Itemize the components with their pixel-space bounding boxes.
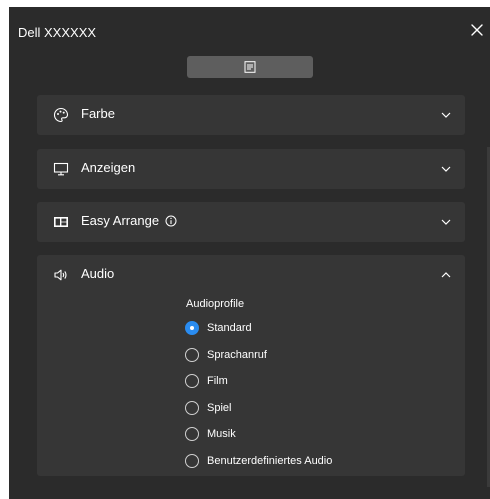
panel-label-farbe: Farbe — [81, 106, 115, 121]
radio-button-selected[interactable] — [185, 321, 199, 335]
radio-musik[interactable]: Musik — [185, 425, 236, 443]
radio-label-film: Film — [207, 375, 228, 387]
panel-label-anzeigen: Anzeigen — [81, 160, 135, 175]
menu-button[interactable] — [187, 56, 313, 78]
panel-label-audio: Audio — [81, 266, 114, 281]
radio-button[interactable] — [185, 348, 199, 362]
panel-title-anzeigen: Anzeigen — [81, 160, 136, 175]
radio-sprachanruf[interactable]: Sprachanruf — [185, 346, 267, 364]
title-bar: Dell XXXXXX — [9, 7, 490, 53]
panel-header-farbe[interactable]: Farbe — [37, 95, 465, 135]
panel-title-audio: Audio — [81, 266, 115, 281]
panel-header-anzeigen[interactable]: Anzeigen — [37, 149, 465, 189]
panel-header-audio[interactable]: Audio — [37, 255, 465, 295]
chevron-up-icon — [441, 272, 451, 278]
radio-label-standard: Standard — [207, 322, 252, 334]
layout-icon — [50, 211, 72, 233]
radio-benutzerdefiniertes-audio[interactable]: Benutzerdefiniertes Audio — [185, 452, 332, 470]
panel-title-easy-arrange: Easy Arrange — [81, 213, 160, 228]
radio-spiel[interactable]: Spiel — [185, 399, 231, 417]
radio-film[interactable]: Film — [185, 372, 228, 390]
document-list-icon — [244, 61, 256, 73]
radio-button[interactable] — [185, 374, 199, 388]
panel-easy-arrange: Easy Arrange — [37, 202, 465, 242]
color-palette-icon — [50, 104, 72, 126]
window-title: Dell XXXXXX — [18, 25, 97, 40]
radio-standard[interactable]: Standard — [185, 319, 252, 337]
radio-label-spiel: Spiel — [207, 402, 232, 414]
radio-label-sprachanruf: Sprachanruf — [207, 349, 267, 361]
close-button[interactable] — [466, 19, 488, 41]
monitor-icon — [50, 158, 72, 180]
speaker-icon — [50, 264, 72, 286]
panel-anzeigen: Anzeigen — [37, 149, 465, 189]
audio-profiles-heading: Audioprofile — [186, 298, 245, 310]
app-window: Dell XXXXXX Farbe Anzeigen Easy Arrange … — [9, 7, 490, 499]
radio-label-musik: Musik — [207, 428, 236, 440]
chevron-down-icon — [441, 166, 451, 172]
close-icon — [471, 24, 483, 36]
radio-button[interactable] — [185, 401, 199, 415]
chevron-down-icon — [441, 112, 451, 118]
panel-farbe: Farbe — [37, 95, 465, 135]
chevron-down-icon — [441, 219, 451, 225]
panel-title-farbe: Farbe — [81, 106, 115, 121]
radio-button[interactable] — [185, 427, 199, 441]
panel-header-easy-arrange[interactable]: Easy Arrange — [37, 202, 465, 242]
radio-button[interactable] — [185, 454, 199, 468]
panel-audio: Audio Audioprofile Standard Sprachanruf … — [37, 255, 465, 476]
panel-label-easy-arrange: Easy Arrange — [81, 213, 177, 228]
radio-label-benutzerdefiniertes-audio: Benutzerdefiniertes Audio — [207, 455, 333, 467]
info-icon[interactable] — [165, 215, 177, 227]
